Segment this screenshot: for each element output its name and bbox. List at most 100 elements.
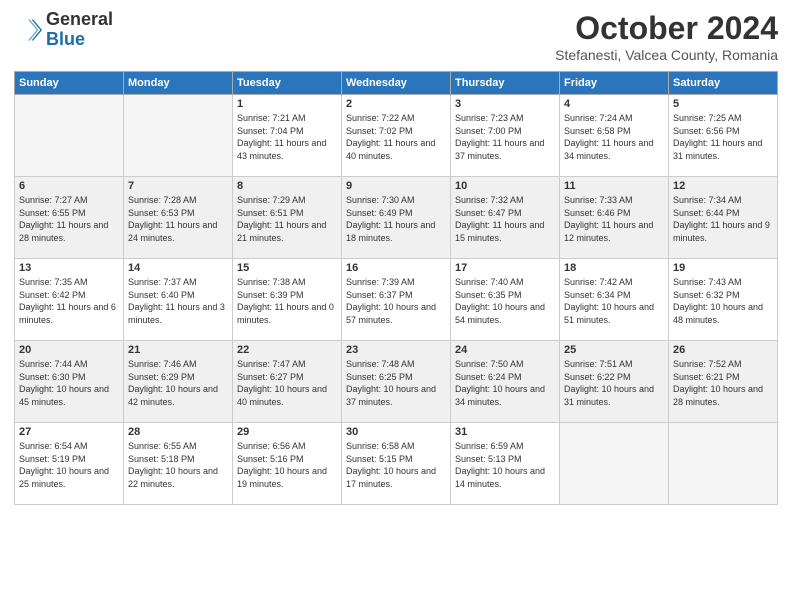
calendar-cell: 6 Sunrise: 7:27 AMSunset: 6:55 PMDaylight… <box>15 177 124 259</box>
calendar-cell: 16 Sunrise: 7:39 AMSunset: 6:37 PMDayligh… <box>342 259 451 341</box>
day-info: Sunrise: 7:32 AMSunset: 6:47 PMDaylight:… <box>455 194 555 244</box>
day-number: 5 <box>673 98 773 110</box>
calendar-day-header: Tuesday <box>233 72 342 95</box>
day-number: 12 <box>673 180 773 192</box>
logo-blue: Blue <box>46 30 113 50</box>
calendar-cell: 4Sunrise: 7:24 AMSunset: 6:58 PMDaylight… <box>560 95 669 177</box>
calendar-cell: 29 Sunrise: 6:56 AMSunset: 5:16 PMDayligh… <box>233 423 342 505</box>
day-info: Sunrise: 7:23 AMSunset: 7:00 PMDaylight:… <box>455 112 555 162</box>
day-info: Sunrise: 6:59 AMSunset: 5:13 PMDaylight:… <box>455 440 555 490</box>
day-info: Sunrise: 7:46 AMSunset: 6:29 PMDaylight:… <box>128 358 228 408</box>
calendar-day-header: Monday <box>124 72 233 95</box>
calendar-cell: 27 Sunrise: 6:54 AMSunset: 5:19 PMDayligh… <box>15 423 124 505</box>
calendar-day-header: Saturday <box>669 72 778 95</box>
calendar-cell: 8Sunrise: 7:29 AMSunset: 6:51 PMDaylight… <box>233 177 342 259</box>
day-number: 13 <box>19 262 119 274</box>
day-number: 3 <box>455 98 555 110</box>
calendar-cell: 30 Sunrise: 6:58 AMSunset: 5:15 PMDayligh… <box>342 423 451 505</box>
day-info: Sunrise: 7:35 AMSunset: 6:42 PMDaylight:… <box>19 276 119 326</box>
calendar-cell: 20Sunrise: 7:44 AMSunset: 6:30 PMDayligh… <box>15 341 124 423</box>
day-info: Sunrise: 7:48 AMSunset: 6:25 PMDaylight:… <box>346 358 446 408</box>
day-info: Sunrise: 7:27 AMSunset: 6:55 PMDaylight:… <box>19 194 119 244</box>
day-info: Sunrise: 7:24 AMSunset: 6:58 PMDaylight:… <box>564 112 664 162</box>
day-number: 18 <box>564 262 664 274</box>
calendar-week-row: 6 Sunrise: 7:27 AMSunset: 6:55 PMDaylight… <box>15 177 778 259</box>
calendar-day-header: Thursday <box>451 72 560 95</box>
calendar-week-row: 1Sunrise: 7:21 AMSunset: 7:04 PMDaylight… <box>15 95 778 177</box>
calendar-cell: 23 Sunrise: 7:48 AMSunset: 6:25 PMDayligh… <box>342 341 451 423</box>
day-info: Sunrise: 7:42 AMSunset: 6:34 PMDaylight:… <box>564 276 664 326</box>
calendar-cell: 10 Sunrise: 7:32 AMSunset: 6:47 PMDayligh… <box>451 177 560 259</box>
day-info: Sunrise: 7:28 AMSunset: 6:53 PMDaylight:… <box>128 194 228 244</box>
day-info: Sunrise: 7:30 AMSunset: 6:49 PMDaylight:… <box>346 194 446 244</box>
calendar-cell: 14 Sunrise: 7:37 AMSunset: 6:40 PMDayligh… <box>124 259 233 341</box>
calendar-cell: 12 Sunrise: 7:34 AMSunset: 6:44 PMDayligh… <box>669 177 778 259</box>
day-number: 19 <box>673 262 773 274</box>
calendar-cell <box>15 95 124 177</box>
calendar-cell: 3 Sunrise: 7:23 AMSunset: 7:00 PMDaylight… <box>451 95 560 177</box>
calendar-cell: 5Sunrise: 7:25 AMSunset: 6:56 PMDaylight… <box>669 95 778 177</box>
calendar-cell: 26 Sunrise: 7:52 AMSunset: 6:21 PMDayligh… <box>669 341 778 423</box>
calendar-cell: 21Sunrise: 7:46 AMSunset: 6:29 PMDayligh… <box>124 341 233 423</box>
day-info: Sunrise: 7:47 AMSunset: 6:27 PMDaylight:… <box>237 358 337 408</box>
calendar-cell: 11Sunrise: 7:33 AMSunset: 6:46 PMDayligh… <box>560 177 669 259</box>
day-info: Sunrise: 6:54 AMSunset: 5:19 PMDaylight:… <box>19 440 119 490</box>
month-title: October 2024 <box>555 10 778 47</box>
day-number: 22 <box>237 344 337 356</box>
calendar-cell: 24 Sunrise: 7:50 AMSunset: 6:24 PMDayligh… <box>451 341 560 423</box>
day-number: 24 <box>455 344 555 356</box>
calendar-cell <box>560 423 669 505</box>
calendar-week-row: 13 Sunrise: 7:35 AMSunset: 6:42 PMDayligh… <box>15 259 778 341</box>
calendar-cell <box>669 423 778 505</box>
day-info: Sunrise: 7:52 AMSunset: 6:21 PMDaylight:… <box>673 358 773 408</box>
day-number: 6 <box>19 180 119 192</box>
day-info: Sunrise: 7:51 AMSunset: 6:22 PMDaylight:… <box>564 358 664 408</box>
day-info: Sunrise: 7:29 AMSunset: 6:51 PMDaylight:… <box>237 194 337 244</box>
calendar-header-row: SundayMondayTuesdayWednesdayThursdayFrid… <box>15 72 778 95</box>
calendar-cell: 22 Sunrise: 7:47 AMSunset: 6:27 PMDayligh… <box>233 341 342 423</box>
day-number: 20 <box>19 344 119 356</box>
day-number: 25 <box>564 344 664 356</box>
day-info: Sunrise: 7:50 AMSunset: 6:24 PMDaylight:… <box>455 358 555 408</box>
calendar-cell <box>124 95 233 177</box>
day-info: Sunrise: 6:55 AMSunset: 5:18 PMDaylight:… <box>128 440 228 490</box>
day-info: Sunrise: 6:58 AMSunset: 5:15 PMDaylight:… <box>346 440 446 490</box>
calendar-cell: 7 Sunrise: 7:28 AMSunset: 6:53 PMDaylight… <box>124 177 233 259</box>
day-number: 7 <box>128 180 228 192</box>
day-number: 14 <box>128 262 228 274</box>
day-info: Sunrise: 6:56 AMSunset: 5:16 PMDaylight:… <box>237 440 337 490</box>
logo-general: General <box>46 10 113 30</box>
calendar-day-header: Wednesday <box>342 72 451 95</box>
day-number: 28 <box>128 426 228 438</box>
day-info: Sunrise: 7:37 AMSunset: 6:40 PMDaylight:… <box>128 276 228 326</box>
logo-text: General Blue <box>46 10 113 50</box>
calendar-cell: 31 Sunrise: 6:59 AMSunset: 5:13 PMDayligh… <box>451 423 560 505</box>
calendar-week-row: 27 Sunrise: 6:54 AMSunset: 5:19 PMDayligh… <box>15 423 778 505</box>
calendar-cell: 1Sunrise: 7:21 AMSunset: 7:04 PMDaylight… <box>233 95 342 177</box>
title-block: October 2024 Stefanesti, Valcea County, … <box>555 10 778 63</box>
calendar-day-header: Friday <box>560 72 669 95</box>
day-number: 30 <box>346 426 446 438</box>
calendar-cell: 18 Sunrise: 7:42 AMSunset: 6:34 PMDayligh… <box>560 259 669 341</box>
day-number: 29 <box>237 426 337 438</box>
day-info: Sunrise: 7:21 AMSunset: 7:04 PMDaylight:… <box>237 112 337 162</box>
day-info: Sunrise: 7:33 AMSunset: 6:46 PMDaylight:… <box>564 194 664 244</box>
day-number: 10 <box>455 180 555 192</box>
calendar-cell: 2Sunrise: 7:22 AMSunset: 7:02 PMDaylight… <box>342 95 451 177</box>
day-info: Sunrise: 7:34 AMSunset: 6:44 PMDaylight:… <box>673 194 773 244</box>
day-info: Sunrise: 7:40 AMSunset: 6:35 PMDaylight:… <box>455 276 555 326</box>
day-number: 27 <box>19 426 119 438</box>
day-number: 16 <box>346 262 446 274</box>
calendar-cell: 19 Sunrise: 7:43 AMSunset: 6:32 PMDayligh… <box>669 259 778 341</box>
day-info: Sunrise: 7:39 AMSunset: 6:37 PMDaylight:… <box>346 276 446 326</box>
page: General Blue October 2024 Stefanesti, Va… <box>0 0 792 612</box>
calendar-cell: 13 Sunrise: 7:35 AMSunset: 6:42 PMDayligh… <box>15 259 124 341</box>
day-number: 26 <box>673 344 773 356</box>
logo-icon <box>14 16 42 44</box>
day-info: Sunrise: 7:43 AMSunset: 6:32 PMDaylight:… <box>673 276 773 326</box>
day-number: 23 <box>346 344 446 356</box>
day-number: 31 <box>455 426 555 438</box>
day-number: 9 <box>346 180 446 192</box>
calendar-week-row: 20Sunrise: 7:44 AMSunset: 6:30 PMDayligh… <box>15 341 778 423</box>
calendar-cell: 9 Sunrise: 7:30 AMSunset: 6:49 PMDaylight… <box>342 177 451 259</box>
